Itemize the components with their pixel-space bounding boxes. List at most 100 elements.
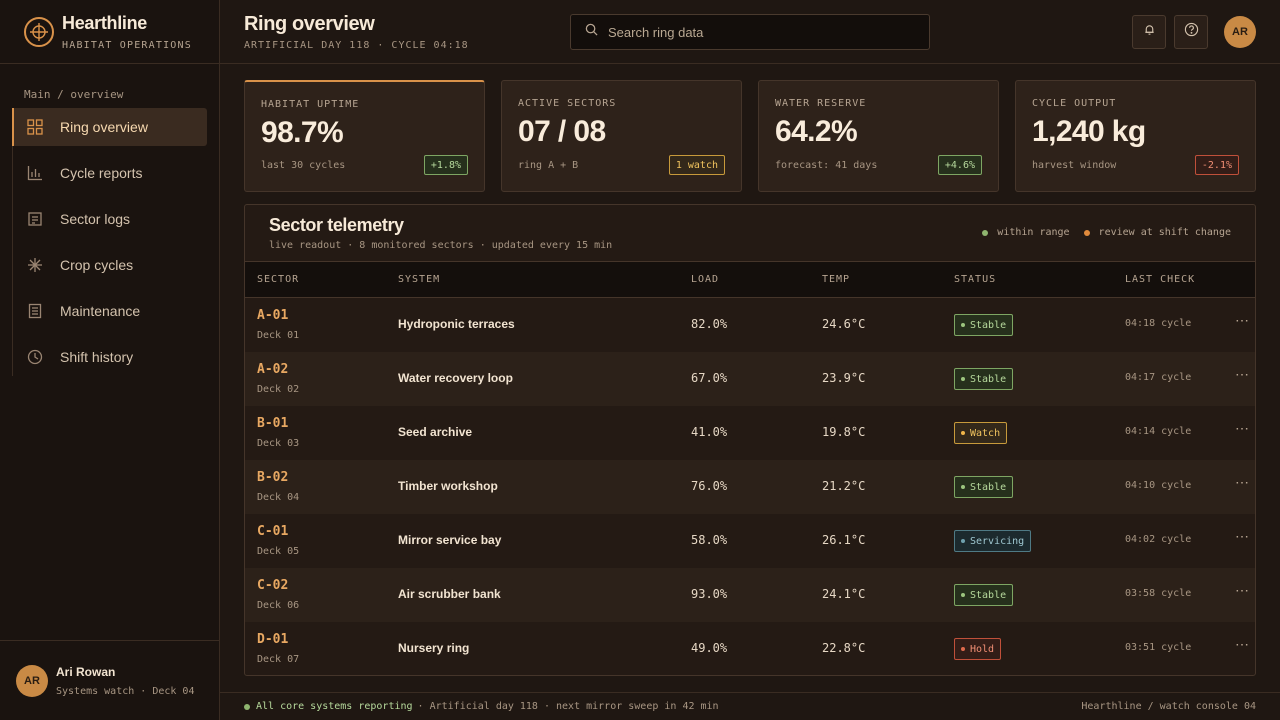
more-options-icon[interactable]: ⋯ [1235, 312, 1249, 329]
more-options-icon[interactable]: ⋯ [1235, 366, 1249, 383]
sidebar-item-label: Crop cycles [60, 257, 134, 273]
status-label: Stable [970, 589, 1007, 601]
sidebar-item-label: Sector logs [60, 211, 131, 227]
status-footer: All core systems reporting · Artificial … [220, 692, 1280, 720]
sector-id: B-02 [257, 470, 289, 485]
sector-id: A-02 [257, 362, 289, 377]
table-row[interactable]: C-02 Deck 06 Air scrubber bank 93.0% 24.… [245, 568, 1255, 622]
table-header: SECTOR SYSTEM LOAD TEMP STATUS LAST CHEC… [245, 261, 1255, 298]
kpi-badge: +4.6% [937, 155, 982, 175]
status-dot [961, 431, 965, 435]
sidebar: Hearthline HABITAT OPERATIONS Main / ove… [0, 0, 220, 720]
page-title: Ring overview [244, 13, 375, 35]
table-row[interactable]: D-01 Deck 07 Nursery ring 49.0% 22.8°C H… [245, 622, 1255, 675]
sidebar-nav: Ring overview Cycle reports Sector logs [12, 108, 207, 384]
help-button[interactable] [1174, 15, 1208, 49]
status-label: Stable [970, 481, 1007, 493]
sector-deck: Deck 03 [257, 438, 300, 449]
temp-value: 21.2°C [822, 479, 866, 493]
clipboard-icon [26, 302, 44, 320]
load-value: 58.0% [691, 533, 728, 547]
status-dot [961, 323, 965, 327]
more-options-icon[interactable]: ⋯ [1235, 528, 1249, 545]
search-icon [585, 23, 598, 41]
crosshair-logo-icon [24, 16, 54, 47]
sidebar-item-crop-cycles[interactable]: Crop cycles [12, 246, 207, 284]
last-check: 03:58 cycle [1125, 588, 1192, 599]
table-row[interactable]: B-02 Deck 04 Timber workshop 76.0% 21.2°… [245, 460, 1255, 514]
legend-dot-orange [1083, 229, 1090, 236]
status-dot [961, 485, 965, 489]
status-badge: Watch [954, 422, 1008, 444]
sidebar-item-maintenance[interactable]: Maintenance [12, 292, 207, 330]
table-row[interactable]: A-02 Deck 02 Water recovery loop 67.0% 2… [245, 352, 1255, 406]
kpi-badge: -2.1% [1194, 155, 1239, 175]
status-label: Hold [970, 643, 995, 655]
sidebar-item-ring-overview[interactable]: Ring overview [12, 108, 207, 146]
grid-icon [26, 118, 44, 136]
status-badge: Stable [954, 368, 1014, 390]
footer-info: · Artificial day 118 · next mirror sweep… [417, 701, 719, 712]
column-header-sector[interactable]: SECTOR [257, 274, 299, 285]
kpi-badge: +1.8% [423, 155, 468, 175]
column-header-status[interactable]: STATUS [954, 274, 996, 285]
table-row[interactable]: A-01 Deck 01 Hydroponic terraces 82.0% 2… [245, 298, 1255, 352]
header-avatar[interactable]: AR [1224, 16, 1256, 48]
status-badge: Servicing [954, 530, 1032, 552]
status-dot [961, 647, 965, 651]
brand[interactable]: Hearthline HABITAT OPERATIONS [0, 0, 219, 64]
system-name: Hydroponic terraces [398, 317, 515, 331]
kpi-foot: forecast: 41 days [775, 160, 878, 171]
sidebar-item-label: Shift history [60, 349, 134, 365]
kpi-water-reserve[interactable]: WATER RESERVE 64.2% forecast: 41 days +4… [758, 80, 999, 192]
sector-deck: Deck 06 [257, 600, 300, 611]
last-check: 04:02 cycle [1125, 534, 1192, 545]
user-profile[interactable]: AR Ari Rowan Systems watch · Deck 04 [0, 640, 219, 720]
legend-item-within-range: within range [982, 227, 1070, 238]
status-dot [961, 539, 965, 543]
column-header-system[interactable]: SYSTEM [398, 274, 440, 285]
sector-telemetry-panel: Sector telemetry live readout · 8 monito… [244, 204, 1256, 676]
more-options-icon[interactable]: ⋯ [1235, 636, 1249, 653]
sidebar-item-label: Cycle reports [60, 165, 143, 181]
status-dot [244, 703, 250, 710]
column-header-last-check[interactable]: LAST CHECK [1125, 274, 1195, 285]
column-header-load[interactable]: LOAD [691, 274, 719, 285]
sidebar-item-label: Ring overview [60, 119, 148, 135]
table-row[interactable]: C-01 Deck 05 Mirror service bay 58.0% 26… [245, 514, 1255, 568]
footer-status: All core systems reporting · Artificial … [244, 701, 719, 712]
help-icon [1184, 22, 1199, 42]
sidebar-item-shift-history[interactable]: Shift history [12, 338, 207, 376]
sidebar-item-sector-logs[interactable]: Sector logs [12, 200, 207, 238]
table-row[interactable]: B-01 Deck 03 Seed archive 41.0% 19.8°C W… [245, 406, 1255, 460]
kpi-label: HABITAT UPTIME [261, 99, 360, 110]
status-label: Watch [970, 427, 1001, 439]
kpi-cycle-output[interactable]: CYCLE OUTPUT 1,240 kg harvest window -2.… [1015, 80, 1256, 192]
kpi-habitat-uptime[interactable]: HABITAT UPTIME 98.7% last 30 cycles +1.8… [244, 80, 485, 192]
kpi-active-sectors[interactable]: ACTIVE SECTORS 07 / 08 ring A + B 1 watc… [501, 80, 742, 192]
sector-id: C-02 [257, 578, 289, 593]
panel-subtitle: live readout · 8 monitored sectors · upd… [269, 240, 613, 251]
last-check: 03:51 cycle [1125, 642, 1192, 653]
column-header-temp[interactable]: TEMP [822, 274, 850, 285]
sidebar-item-cycle-reports[interactable]: Cycle reports [12, 154, 207, 192]
search-input[interactable] [608, 24, 908, 40]
breadcrumb: Main / overview [24, 88, 124, 101]
kpi-label: WATER RESERVE [775, 98, 867, 109]
more-options-icon[interactable]: ⋯ [1235, 420, 1249, 437]
more-options-icon[interactable]: ⋯ [1235, 474, 1249, 491]
kpi-label: CYCLE OUTPUT [1032, 98, 1117, 109]
kpi-value: 07 / 08 [518, 115, 606, 148]
clock-icon [26, 348, 44, 366]
system-name: Water recovery loop [398, 371, 513, 385]
search-bar[interactable] [570, 14, 930, 50]
status-label: Stable [970, 319, 1007, 331]
sector-deck: Deck 01 [257, 330, 300, 341]
temp-value: 23.9°C [822, 371, 866, 385]
sector-deck: Deck 07 [257, 654, 300, 665]
legend: within range review at shift change [968, 227, 1231, 238]
user-meta: Systems watch · Deck 04 [56, 685, 195, 697]
more-options-icon[interactable]: ⋯ [1235, 582, 1249, 599]
notifications-button[interactable] [1132, 15, 1166, 49]
last-check: 04:17 cycle [1125, 372, 1192, 383]
